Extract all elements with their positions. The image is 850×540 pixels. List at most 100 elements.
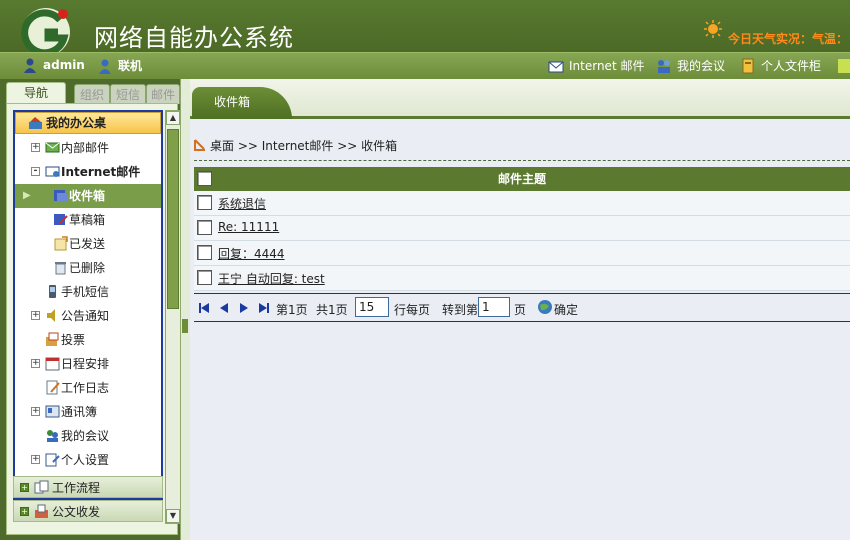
expand-icon[interactable]: + (31, 311, 40, 320)
weather-text: 今日天气实况：气温： (728, 32, 849, 46)
confirm-button[interactable]: 确定 (554, 301, 578, 318)
scroll-down-icon[interactable]: ▼ (166, 509, 180, 523)
tree-item-vote[interactable]: 投票 (15, 328, 161, 352)
expand-icon[interactable]: + (31, 143, 40, 152)
breadcrumb-arrow-icon (194, 139, 205, 151)
mail-subject-link[interactable]: 王宁 自动回复: test (218, 270, 325, 287)
online-status-button[interactable]: 联机 (97, 57, 142, 75)
splitter-grip-icon[interactable] (182, 319, 188, 333)
tree-item-label: 通讯簿 (61, 405, 98, 419)
rows-per-page-input[interactable] (355, 297, 389, 317)
tree-item-personal-settings[interactable]: + 个人设置 (15, 448, 161, 472)
tree-item-internal-mail[interactable]: + 内部邮件 (15, 136, 161, 160)
breadcrumb-text: 桌面 >> Internet邮件 >> 收件箱 (210, 139, 398, 153)
drafts-icon (54, 214, 68, 225)
tree-item-label: 已发送 (69, 237, 106, 251)
tree-item-label: 我的会议 (61, 429, 110, 443)
scroll-thumb[interactable] (167, 129, 179, 309)
nav-scrollbar[interactable]: ▲ ▼ (165, 110, 181, 524)
address-book-icon (45, 405, 60, 418)
mail-subject-link[interactable]: Re: 11111 (218, 220, 279, 234)
online-status: 联机 (118, 59, 143, 73)
tab-inbox[interactable]: 收件箱 (192, 87, 292, 119)
prev-page-icon[interactable] (218, 302, 230, 314)
tree-item-my-meeting[interactable]: 我的会议 (15, 424, 161, 448)
tree-root-my-desk[interactable]: 我的办公桌 (15, 112, 161, 134)
tab-mail[interactable]: 邮件 (146, 84, 180, 104)
last-page-icon[interactable] (258, 302, 270, 314)
tree-item-inbox[interactable]: ▶ 收件箱 (15, 184, 161, 208)
my-meeting-link[interactable]: 我的会议 (656, 57, 725, 75)
tree-item-label: 个人设置 (61, 453, 110, 467)
phone-icon (49, 285, 56, 298)
tree-item-label: 草稿箱 (69, 213, 106, 227)
tree-item-label: 收件箱 (69, 189, 106, 203)
expand-icon[interactable]: + (20, 507, 29, 516)
nav-panel: 我的办公桌 + 内部邮件 - Internet邮件 ▶ 收件箱 草稿箱 已发送 … (6, 103, 181, 535)
row-checkbox[interactable] (197, 245, 212, 260)
select-all-checkbox[interactable] (197, 171, 212, 186)
meeting-icon (47, 430, 58, 442)
mail-subject-link[interactable]: 系统退信 (218, 195, 266, 212)
online-user-icon (99, 59, 111, 74)
top-toolbar: admin 联机 Internet 邮件 我的会议 个人文件柜 (0, 52, 850, 79)
tree-item-schedule[interactable]: + 日程安排 (15, 352, 161, 376)
main-tabbar: 收件箱 (190, 79, 850, 119)
section-workflow[interactable]: + 工作流程 (13, 476, 163, 498)
calendar-icon (45, 357, 60, 371)
expand-icon[interactable]: + (20, 483, 29, 492)
sidebar-tabs: 导航 组织 短信 邮件 (6, 82, 180, 106)
tree-item-announcements[interactable]: + 公告通知 (15, 304, 161, 328)
toolbar-overflow-icon[interactable] (838, 59, 850, 73)
tree-item-drafts[interactable]: 草稿箱 (15, 208, 161, 232)
goto-label: 转到第 (442, 303, 479, 317)
tree-item-sms[interactable]: 手机短信 (15, 280, 161, 304)
next-page-icon[interactable] (238, 302, 250, 314)
tab-org[interactable]: 组织 (74, 84, 110, 104)
inbox-icon (54, 190, 67, 201)
row-checkbox[interactable] (197, 195, 212, 210)
speaker-icon (47, 309, 55, 322)
pager-top-border (194, 293, 850, 294)
row-checkbox[interactable] (197, 220, 212, 235)
expand-icon[interactable]: + (31, 359, 40, 368)
collapse-icon[interactable]: - (31, 167, 40, 176)
tree-item-deleted[interactable]: 已删除 (15, 256, 161, 280)
expand-icon[interactable]: + (31, 455, 40, 464)
tree-item-label: 工作日志 (61, 381, 110, 395)
tab-sms[interactable]: 短信 (110, 84, 146, 104)
goto-page-input[interactable] (478, 297, 510, 317)
tree-item-label: 手机短信 (61, 285, 110, 299)
nav-tree: 我的办公桌 + 内部邮件 - Internet邮件 ▶ 收件箱 草稿箱 已发送 … (13, 110, 163, 500)
expand-icon[interactable]: + (31, 407, 40, 416)
globe-icon[interactable] (537, 299, 553, 315)
selected-arrow-icon: ▶ (23, 190, 31, 201)
tree-item-internet-mail[interactable]: - Internet邮件 (15, 160, 161, 184)
first-page-icon[interactable] (198, 302, 210, 314)
tree-item-sent[interactable]: 已发送 (15, 232, 161, 256)
table-row[interactable]: 王宁 自动回复: test (194, 266, 850, 291)
page-suffix: 页 (514, 303, 527, 317)
section-documents[interactable]: + 公文收发 (13, 500, 163, 522)
tree-item-label: 投票 (61, 333, 86, 347)
deleted-icon (55, 262, 66, 275)
table-row[interactable]: 回复：4444 (194, 241, 850, 266)
scroll-up-icon[interactable]: ▲ (166, 111, 180, 125)
row-checkbox[interactable] (197, 270, 212, 285)
panel-splitter[interactable] (180, 79, 190, 540)
tree-item-address-book[interactable]: + 通讯簿 (15, 400, 161, 424)
settings-icon (45, 453, 60, 467)
grid-header: 邮件主题 (194, 167, 850, 191)
main-content: 收件箱 桌面 >> Internet邮件 >> 收件箱 邮件主题 系统退信 Re… (190, 79, 850, 540)
mail-subject-link[interactable]: 回复：4444 (218, 245, 285, 262)
sent-icon (54, 236, 68, 251)
table-row[interactable]: 系统退信 (194, 191, 850, 216)
personal-files-link[interactable]: 个人文件柜 (740, 57, 821, 75)
internet-mail-link[interactable]: Internet 邮件 (548, 57, 644, 75)
user-button[interactable]: admin (22, 57, 85, 75)
page-info: 第1页 (276, 303, 308, 317)
tree-item-work-log[interactable]: 工作日志 (15, 376, 161, 400)
table-row[interactable]: Re: 11111 (194, 216, 850, 241)
total-pages: 共1页 (316, 303, 348, 317)
divider (194, 160, 850, 161)
